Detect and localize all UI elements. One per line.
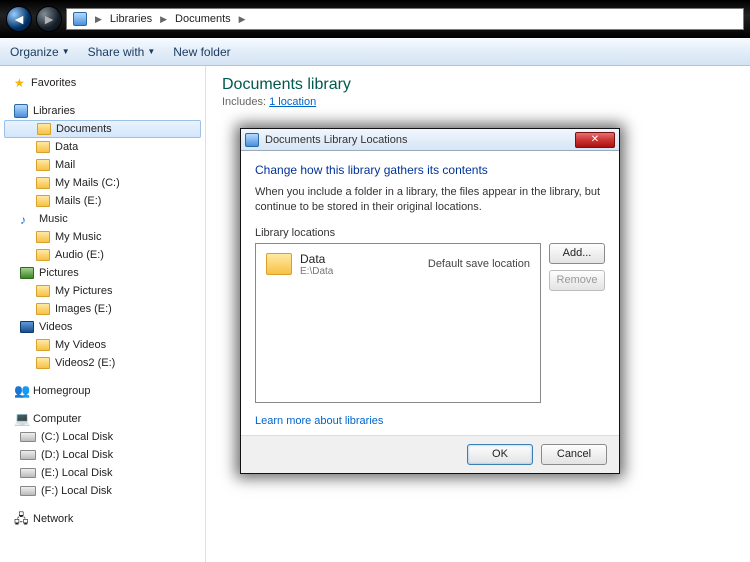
sidebar-documents[interactable]: Documents (4, 120, 201, 138)
network-icon: 🖧 (14, 512, 28, 526)
sidebar-libraries[interactable]: Libraries (0, 102, 205, 120)
location-name: Data (300, 252, 420, 266)
location-item[interactable]: Data E:\Data Default save location (262, 250, 534, 279)
dialog-footer: OK Cancel (241, 435, 619, 473)
drive-icon (20, 432, 36, 442)
sidebar-item[interactable]: Images (E:) (0, 300, 205, 318)
sidebar-homegroup[interactable]: 👥Homegroup (0, 382, 205, 400)
chevron-right-icon: ▶ (158, 14, 169, 25)
folder-icon (36, 249, 50, 261)
sidebar-drive[interactable]: (E:) Local Disk (0, 464, 205, 482)
folder-icon (36, 285, 50, 297)
dialog-icon (245, 133, 259, 147)
learn-more-link[interactable]: Learn more about libraries (255, 415, 605, 427)
sidebar-item[interactable]: My Music (0, 228, 205, 246)
add-button[interactable]: Add... (549, 243, 605, 264)
address-bar[interactable]: ▶ Libraries ▶ Documents ▶ (66, 8, 744, 30)
folder-icon (36, 357, 50, 369)
back-button[interactable]: ◄ (6, 6, 32, 32)
library-includes: Includes: 1 location (222, 96, 734, 108)
window-titlebar: ◄ ► ▶ Libraries ▶ Documents ▶ (0, 0, 750, 38)
video-icon (20, 321, 34, 333)
folder-icon (36, 195, 50, 207)
pictures-icon (20, 267, 34, 279)
folder-icon (36, 339, 50, 351)
location-path: E:\Data (300, 266, 420, 277)
libraries-icon (73, 12, 87, 26)
close-button[interactable]: ✕ (575, 132, 615, 148)
folder-icon (36, 159, 50, 171)
star-icon: ★ (14, 77, 26, 89)
remove-button: Remove (549, 270, 605, 291)
organize-menu[interactable]: Organize▼ (10, 45, 70, 59)
dialog-heading: Change how this library gathers its cont… (255, 163, 605, 177)
sidebar-item[interactable]: My Pictures (0, 282, 205, 300)
drive-icon (20, 486, 36, 496)
explorer-toolbar: Organize▼ Share with▼ New folder (0, 38, 750, 66)
sidebar-network[interactable]: 🖧Network (0, 510, 205, 528)
cancel-button[interactable]: Cancel (541, 444, 607, 465)
navigation-pane: ★Favorites Libraries Documents Data Mail… (0, 66, 206, 562)
new-folder-button[interactable]: New folder (173, 45, 230, 59)
locations-list[interactable]: Data E:\Data Default save location (255, 243, 541, 403)
folder-icon (36, 177, 50, 189)
drive-icon (20, 450, 36, 460)
library-locations-dialog: Documents Library Locations ✕ Change how… (240, 128, 620, 474)
includes-link[interactable]: 1 location (269, 96, 316, 108)
sidebar-favorites[interactable]: ★Favorites (0, 74, 205, 92)
dialog-titlebar[interactable]: Documents Library Locations ✕ (241, 129, 619, 151)
folder-icon (266, 253, 292, 275)
sidebar-item[interactable]: My Mails (C:) (0, 174, 205, 192)
folder-icon (37, 123, 51, 135)
drive-icon (20, 468, 36, 478)
default-save-label: Default save location (428, 258, 530, 270)
sidebar-item[interactable]: Data (0, 138, 205, 156)
sidebar-item[interactable]: Videos2 (E:) (0, 354, 205, 372)
sidebar-drive[interactable]: (D:) Local Disk (0, 446, 205, 464)
sidebar-computer[interactable]: 💻Computer (0, 410, 205, 428)
ok-button[interactable]: OK (467, 444, 533, 465)
forward-button[interactable]: ► (36, 6, 62, 32)
sidebar-videos[interactable]: Videos (0, 318, 205, 336)
dialog-title: Documents Library Locations (265, 134, 569, 146)
sidebar-music[interactable]: ♪Music (0, 210, 205, 228)
dialog-description: When you include a folder in a library, … (255, 185, 605, 215)
chevron-right-icon: ▶ (237, 14, 248, 25)
folder-icon (36, 231, 50, 243)
folder-icon (36, 303, 50, 315)
sidebar-item[interactable]: Mails (E:) (0, 192, 205, 210)
chevron-down-icon: ▼ (62, 47, 70, 56)
share-with-menu[interactable]: Share with▼ (88, 45, 156, 59)
sidebar-item[interactable]: Audio (E:) (0, 246, 205, 264)
breadcrumb-libraries[interactable]: Libraries (104, 9, 158, 29)
locations-label: Library locations (255, 227, 605, 239)
homegroup-icon: 👥 (14, 384, 28, 398)
libraries-icon (14, 104, 28, 118)
folder-icon (36, 141, 50, 153)
chevron-right-icon: ▶ (93, 14, 104, 25)
computer-icon: 💻 (14, 412, 28, 426)
sidebar-pictures[interactable]: Pictures (0, 264, 205, 282)
sidebar-item[interactable]: Mail (0, 156, 205, 174)
sidebar-drive[interactable]: (C:) Local Disk (0, 428, 205, 446)
breadcrumb-documents[interactable]: Documents (169, 9, 237, 29)
music-icon: ♪ (20, 213, 34, 225)
chevron-down-icon: ▼ (147, 47, 155, 56)
page-title: Documents library (222, 76, 734, 94)
sidebar-item[interactable]: My Videos (0, 336, 205, 354)
sidebar-drive[interactable]: (F:) Local Disk (0, 482, 205, 500)
